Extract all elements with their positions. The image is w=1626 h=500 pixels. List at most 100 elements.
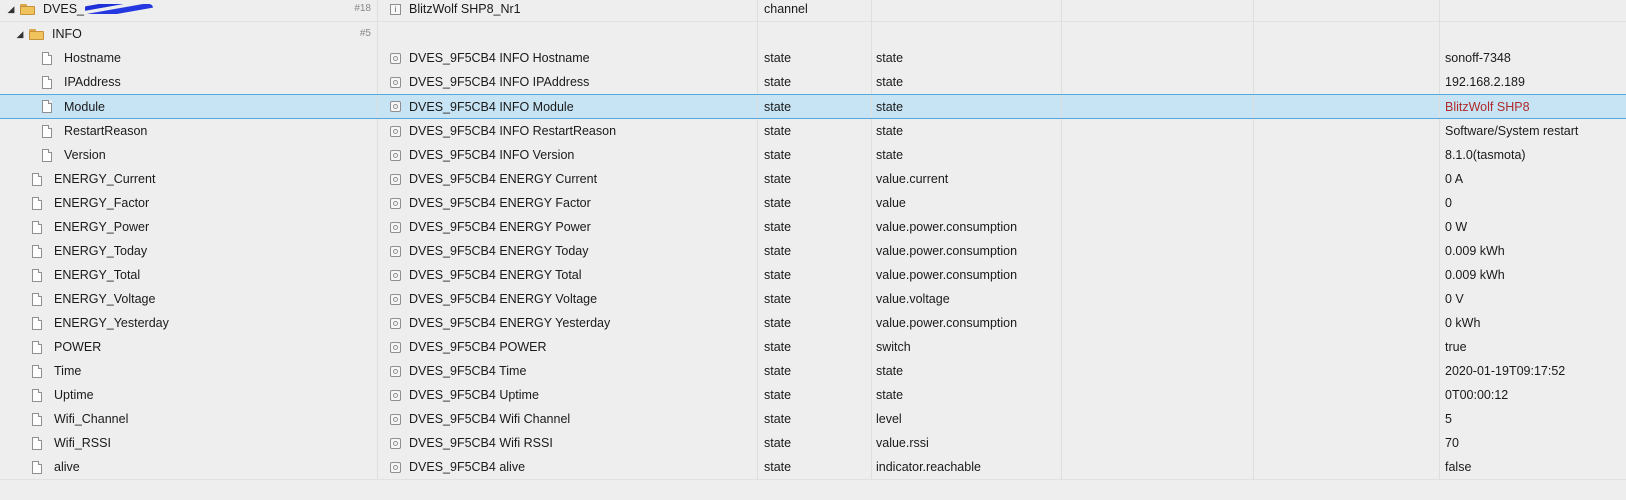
object-name: DVES_9F5CB4 INFO Version	[409, 148, 575, 162]
value-cell[interactable]: 192.168.2.189	[1440, 70, 1626, 94]
role-cell	[872, 22, 1062, 46]
type-cell: state	[758, 167, 872, 191]
state-value[interactable]: 0 V	[1445, 292, 1464, 306]
room-cell	[1062, 119, 1254, 143]
value-cell[interactable]: false	[1440, 455, 1626, 479]
function-cell	[1254, 359, 1440, 383]
tree-row-state[interactable]: ENERGY_Factor DVES_9F5CB4 ENERGY Factor …	[0, 191, 1626, 216]
file-icon	[42, 100, 52, 113]
value-cell[interactable]: 0.009 kWh	[1440, 239, 1626, 263]
function-cell	[1254, 263, 1440, 287]
value-cell[interactable]: 8.1.0(tasmota)	[1440, 143, 1626, 167]
row-name: ENERGY_Factor	[54, 196, 150, 210]
row-name: ENERGY_Yesterday	[54, 316, 169, 330]
name-cell: ENERGY_Yesterday	[0, 311, 378, 335]
tree-row-state[interactable]: Hostname DVES_9F5CB4 INFO Hostname state…	[0, 46, 1626, 71]
state-value[interactable]: 8.1.0(tasmota)	[1445, 148, 1526, 162]
state-icon	[390, 76, 401, 88]
state-value[interactable]: 0	[1445, 196, 1452, 210]
state-value[interactable]: false	[1445, 460, 1471, 474]
name-cell: POWER	[0, 335, 378, 359]
tree-row-state[interactable]: Wifi_RSSI DVES_9F5CB4 Wifi RSSI state va…	[0, 431, 1626, 456]
tree-row-state[interactable]: ENERGY_Yesterday DVES_9F5CB4 ENERGY Yest…	[0, 311, 1626, 336]
tree-row-state-selected[interactable]: Module DVES_9F5CB4 INFO Module state sta…	[0, 94, 1626, 119]
role-cell: state	[872, 383, 1062, 407]
tree-row-root[interactable]: ◢ DVES_ #18 i BlitzWolf SHP8_Nr1 channel	[0, 0, 1626, 22]
tree-row-state[interactable]: IPAddress DVES_9F5CB4 INFO IPAddress sta…	[0, 70, 1626, 95]
tree-row-state[interactable]: ENERGY_Current DVES_9F5CB4 ENERGY Curren…	[0, 167, 1626, 192]
state-value[interactable]: 70	[1445, 436, 1459, 450]
state-value[interactable]: 192.168.2.189	[1445, 75, 1525, 89]
file-icon	[32, 460, 42, 474]
tree-row-state[interactable]: ENERGY_Voltage DVES_9F5CB4 ENERGY Voltag…	[0, 287, 1626, 312]
function-cell	[1254, 431, 1440, 455]
row-name: POWER	[54, 340, 102, 354]
collapse-arrow-icon[interactable]: ◢	[15, 29, 25, 40]
value-cell[interactable]: 0 V	[1440, 287, 1626, 311]
value-cell[interactable]: 2020-01-19T09:17:52	[1440, 359, 1626, 383]
state-value[interactable]: 0 kWh	[1445, 316, 1480, 330]
state-value[interactable]: 0.009 kWh	[1445, 244, 1505, 258]
value-cell[interactable]: true	[1440, 335, 1626, 359]
state-value[interactable]: true	[1445, 340, 1467, 354]
object-name-cell: DVES_9F5CB4 ENERGY Yesterday	[378, 311, 758, 335]
state-value[interactable]: 0 A	[1445, 172, 1463, 186]
object-type: state	[764, 75, 792, 89]
tree-row-info[interactable]: ◢ INFO #5	[0, 22, 1626, 47]
row-name: DVES_	[43, 2, 84, 16]
object-role: value.power.consumption	[876, 220, 1018, 234]
value-cell[interactable]: sonoff-7348	[1440, 46, 1626, 70]
room-cell	[1062, 191, 1254, 215]
object-name-cell: DVES_9F5CB4 Wifi Channel	[378, 407, 758, 431]
state-value[interactable]: 0T00:00:12	[1445, 388, 1508, 402]
room-cell	[1062, 407, 1254, 431]
object-name: DVES_9F5CB4 INFO Module	[409, 99, 574, 114]
state-value[interactable]: 0.009 kWh	[1445, 268, 1505, 282]
name-cell: ENERGY_Power	[0, 215, 378, 239]
type-cell: state	[758, 70, 872, 94]
role-cell: value.power.consumption	[872, 215, 1062, 239]
object-name: DVES_9F5CB4 ENERGY Power	[409, 220, 591, 234]
value-cell[interactable]: 0T00:00:12	[1440, 383, 1626, 407]
value-cell[interactable]: 70	[1440, 431, 1626, 455]
value-cell[interactable]: 0	[1440, 191, 1626, 215]
object-name-cell: i BlitzWolf SHP8_Nr1	[378, 0, 758, 21]
tree-row-state[interactable]: Version DVES_9F5CB4 INFO Version state s…	[0, 143, 1626, 168]
state-value[interactable]: Software/System restart	[1445, 124, 1578, 138]
role-cell: state	[872, 70, 1062, 94]
state-icon	[390, 197, 401, 209]
tree-row-state[interactable]: Time DVES_9F5CB4 Time state state 2020-0…	[0, 359, 1626, 384]
state-value[interactable]: 5	[1445, 412, 1452, 426]
tree-row-state[interactable]: RestartReason DVES_9F5CB4 INFO RestartRe…	[0, 119, 1626, 144]
collapse-arrow-icon[interactable]: ◢	[6, 4, 16, 15]
type-cell	[758, 22, 872, 46]
state-value[interactable]: 0 W	[1445, 220, 1467, 234]
value-cell[interactable]: 0 A	[1440, 167, 1626, 191]
name-cell: ◢ DVES_ #18	[0, 0, 378, 21]
state-icon	[390, 125, 401, 137]
value-cell[interactable]: 5	[1440, 407, 1626, 431]
state-icon	[390, 437, 401, 449]
tree-row-state[interactable]: ENERGY_Power DVES_9F5CB4 ENERGY Power st…	[0, 215, 1626, 240]
room-cell	[1062, 383, 1254, 407]
value-cell[interactable]: Software/System restart	[1440, 119, 1626, 143]
type-cell: state	[758, 311, 872, 335]
state-value[interactable]: sonoff-7348	[1445, 51, 1511, 65]
tree-row-state[interactable]: alive DVES_9F5CB4 alive state indicator.…	[0, 455, 1626, 480]
file-icon	[32, 244, 42, 258]
folder-open-icon	[20, 3, 35, 15]
object-name: DVES_9F5CB4 ENERGY Current	[409, 172, 598, 186]
value-cell[interactable]: BlitzWolf SHP8	[1440, 95, 1626, 118]
tree-row-state[interactable]: ENERGY_Today DVES_9F5CB4 ENERGY Today st…	[0, 239, 1626, 264]
state-value[interactable]: BlitzWolf SHP8	[1445, 100, 1530, 114]
value-cell[interactable]: 0 kWh	[1440, 311, 1626, 335]
object-name: DVES_9F5CB4 INFO IPAddress	[409, 75, 590, 89]
tree-row-state[interactable]: ENERGY_Total DVES_9F5CB4 ENERGY Total st…	[0, 263, 1626, 288]
state-value[interactable]: 2020-01-19T09:17:52	[1445, 364, 1565, 378]
tree-row-state[interactable]: Uptime DVES_9F5CB4 Uptime state state 0T…	[0, 383, 1626, 408]
value-cell[interactable]: 0 W	[1440, 215, 1626, 239]
tree-row-state[interactable]: Wifi_Channel DVES_9F5CB4 Wifi Channel st…	[0, 407, 1626, 432]
value-cell[interactable]: 0.009 kWh	[1440, 263, 1626, 287]
tree-row-state[interactable]: POWER DVES_9F5CB4 POWER state switch tru…	[0, 335, 1626, 360]
type-cell: state	[758, 215, 872, 239]
